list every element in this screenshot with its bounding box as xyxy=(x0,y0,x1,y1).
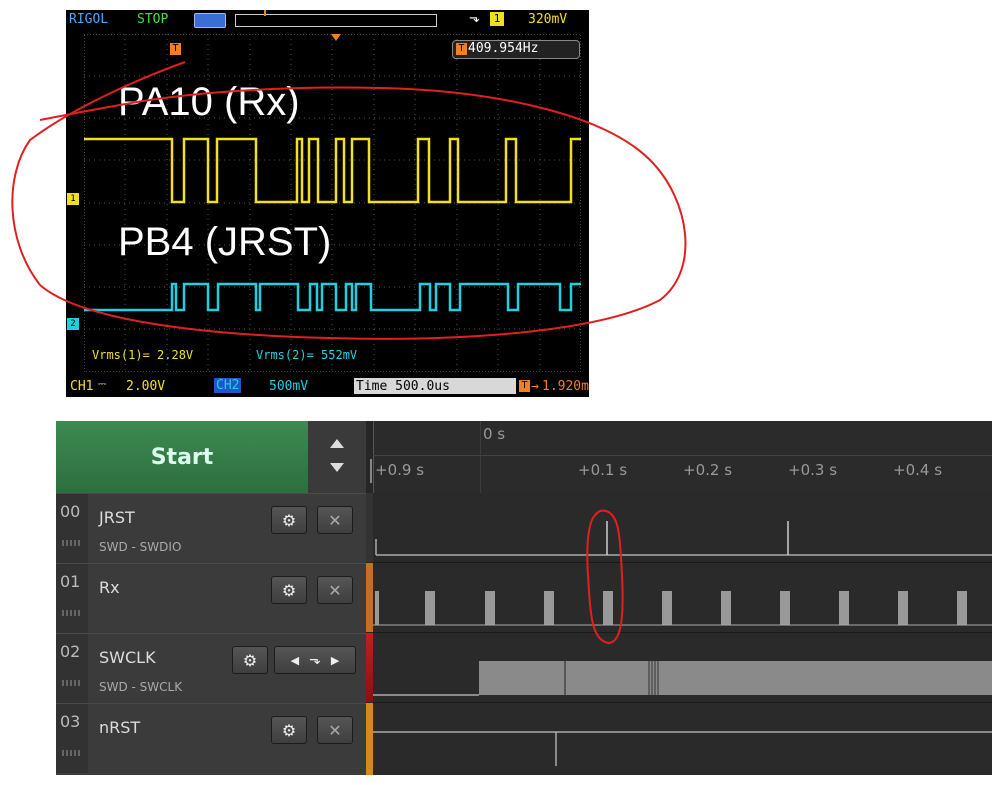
ruler-divider xyxy=(373,455,992,456)
time-ruler[interactable]: 0 s +0.9 s +0.1 s +0.2 s +0.3 s +0.4 s xyxy=(370,421,992,494)
falling-edge-icon[interactable]: ⬎ xyxy=(305,652,325,668)
channel-number: 03 xyxy=(56,704,88,773)
tick-label: +0.2 s xyxy=(683,461,733,479)
gear-icon[interactable]: ⚙ xyxy=(271,576,307,604)
gear-icon[interactable]: ⚙ xyxy=(271,506,307,534)
close-icon[interactable]: ✕ xyxy=(317,716,353,744)
start-button[interactable]: Start xyxy=(56,421,309,493)
jrst-trace xyxy=(375,539,992,556)
arrow-down-icon[interactable] xyxy=(330,463,344,472)
annotation-circle xyxy=(586,509,624,645)
channel-order-arrows xyxy=(308,421,366,494)
channel-number: 00 xyxy=(56,494,88,563)
channel-number: 02 xyxy=(56,634,88,703)
right-icon[interactable]: ▶ xyxy=(325,654,345,667)
tick-label: +0.1 s xyxy=(578,461,628,479)
gear-icon[interactable]: ⚙ xyxy=(232,646,268,674)
channel-row-01[interactable]: 01 Rx ⚙ ✕ xyxy=(56,563,366,634)
channel-row-03[interactable]: 03 nRST ⚙ ✕ xyxy=(56,703,366,775)
channel-color-00 xyxy=(366,493,373,562)
ruler-start-line xyxy=(373,421,374,493)
left-icon[interactable]: ◀ xyxy=(285,654,305,667)
channel-analyzer: SWD - SWDIO xyxy=(99,540,182,554)
logic-waveforms xyxy=(373,521,992,766)
gear-icon[interactable]: ⚙ xyxy=(271,716,307,744)
tick-label: +0.3 s xyxy=(788,461,838,479)
tick-label: +0.4 s xyxy=(893,461,943,479)
logic-analyzer: Start 0 s +0.9 s +0.1 s +0.2 s +0.3 s +0… xyxy=(56,421,992,775)
start-label: Start xyxy=(150,444,214,470)
ruler-handle[interactable] xyxy=(370,459,372,483)
channel-analyzer: SWD - SWCLK xyxy=(99,680,183,694)
channel-color-01 xyxy=(366,563,373,632)
channel-row-02[interactable]: 02 SWCLK SWD - SWCLK ⚙ ◀ ⬎ ▶ xyxy=(56,633,366,704)
swclk-trace xyxy=(479,661,992,695)
drag-grip[interactable] xyxy=(62,540,82,546)
zero-label: 0 s xyxy=(483,425,506,443)
close-icon[interactable]: ✕ xyxy=(317,576,353,604)
channel-color-03 xyxy=(366,703,373,775)
channel-name: JRST xyxy=(99,508,135,527)
channel-number: 01 xyxy=(56,564,88,633)
channel-name: nRST xyxy=(99,718,141,737)
channel-row-00[interactable]: 00 JRST SWD - SWDIO ⚙ ✕ xyxy=(56,493,366,564)
zero-line xyxy=(480,421,481,493)
channel-color-02 xyxy=(366,633,373,702)
channel-name: Rx xyxy=(99,578,120,597)
drag-grip[interactable] xyxy=(62,680,82,686)
channel-name: SWCLK xyxy=(99,648,156,667)
annotation-ellipse xyxy=(11,61,687,340)
drag-grip[interactable] xyxy=(62,750,82,756)
tick-label: +0.9 s xyxy=(375,461,425,479)
close-icon[interactable]: ✕ xyxy=(317,506,353,534)
arrow-up-icon[interactable] xyxy=(330,439,344,448)
edge-navigation: ◀ ⬎ ▶ xyxy=(274,646,356,674)
rx-trace xyxy=(375,591,967,625)
drag-grip[interactable] xyxy=(62,610,82,616)
